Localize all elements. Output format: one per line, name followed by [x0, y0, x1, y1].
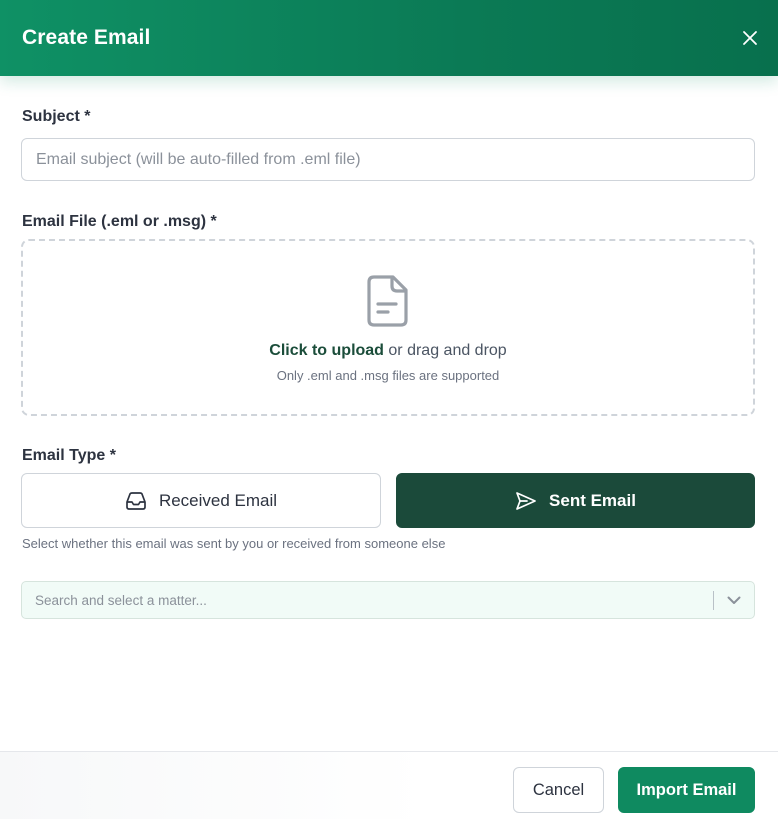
matter-select[interactable]: Search and select a matter... [21, 581, 755, 619]
matter-placeholder: Search and select a matter... [35, 592, 207, 608]
drag-drop-text: or drag and drop [383, 342, 507, 359]
subject-input[interactable] [36, 150, 740, 169]
email-file-label: Email File (.eml or .msg) * [22, 213, 217, 230]
dialog-header: Create Email [0, 0, 778, 76]
received-email-label: Received Email [158, 490, 278, 510]
send-icon [516, 491, 536, 510]
dropdown-toggle[interactable] [722, 596, 746, 605]
email-type-helper: Select whether this email was sent by yo… [22, 536, 446, 551]
file-type-hint: Only .eml and .msg files are supported [276, 368, 500, 383]
dialog-footer: Cancel Import Email [0, 751, 778, 819]
file-icon [367, 275, 408, 327]
upload-link[interactable]: Click to upload [269, 342, 384, 359]
chevron-down-icon [727, 596, 741, 604]
cancel-button[interactable]: Cancel [513, 767, 604, 813]
close-icon [743, 31, 757, 45]
sent-email-label: Sent Email [549, 490, 636, 510]
file-dropzone[interactable]: Click to upload or drag and drop Only .e… [21, 239, 755, 416]
email-type-label: Email Type * [22, 447, 116, 464]
dialog-title: Create Email [22, 26, 151, 49]
close-button[interactable] [736, 24, 764, 52]
subject-field[interactable] [21, 138, 755, 181]
received-email-button[interactable]: Received Email [21, 473, 381, 528]
inbox-icon [126, 491, 146, 510]
sent-email-button[interactable]: Sent Email [396, 473, 755, 528]
subject-label: Subject * [22, 108, 91, 125]
import-email-button[interactable]: Import Email [618, 767, 755, 813]
upload-instructions: Click to upload or drag and drop [269, 342, 506, 360]
select-separator [713, 590, 714, 610]
